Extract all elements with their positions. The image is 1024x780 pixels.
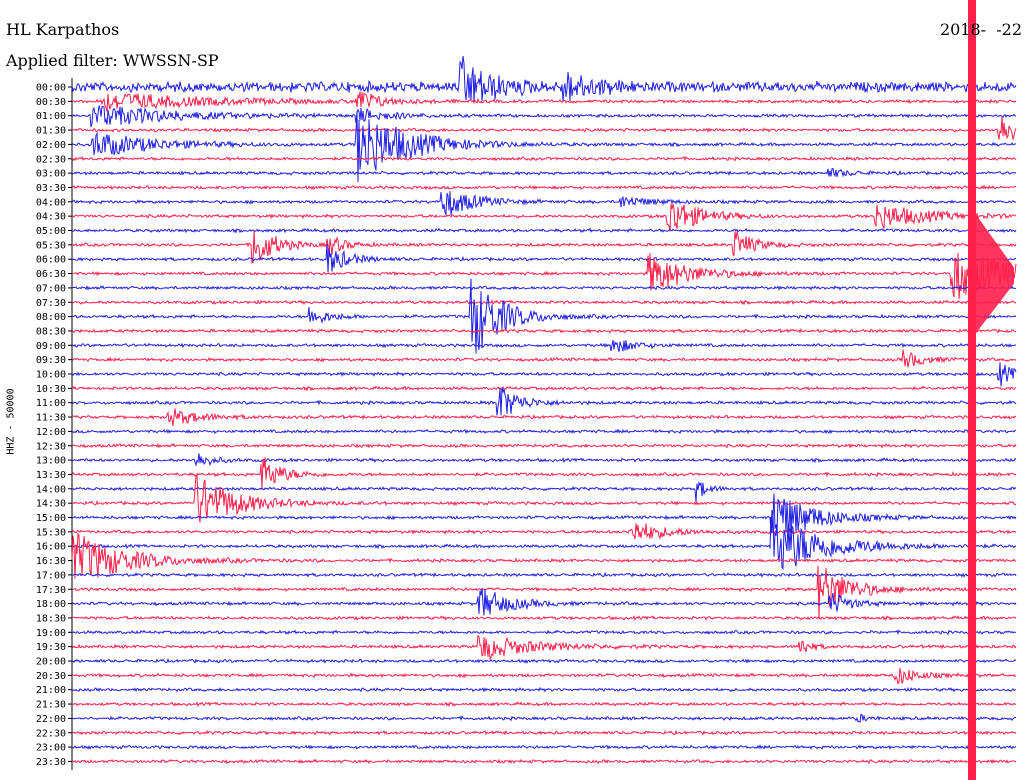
trace-line (71, 278, 1017, 354)
time-label: 15:30 (36, 527, 66, 538)
large-event-burst (968, 203, 1014, 344)
time-label: 21:30 (36, 700, 66, 711)
time-label: 09:30 (36, 355, 66, 366)
trace-line (71, 327, 1017, 334)
trace-line (71, 340, 1017, 352)
time-label: 00:30 (36, 97, 66, 108)
trace-line (71, 349, 1017, 368)
trace-line (71, 532, 1017, 579)
time-label: 16:30 (36, 556, 66, 567)
trace-line (71, 191, 1017, 216)
trace-line (72, 227, 1017, 234)
time-label: 07:00 (36, 283, 66, 294)
time-label: 19:00 (36, 628, 66, 639)
time-label: 08:00 (36, 312, 66, 323)
time-label: 00:00 (36, 83, 66, 94)
trace-line (71, 111, 1017, 183)
time-label: 02:30 (36, 154, 66, 165)
trace-line (71, 428, 1017, 435)
time-label: 01:30 (36, 126, 66, 137)
trace-line (71, 729, 1017, 736)
trace-line (71, 362, 1017, 387)
time-label: 19:30 (36, 642, 66, 653)
trace-line (71, 203, 1017, 232)
time-label: 04:00 (36, 197, 66, 208)
time-label: 07:30 (36, 298, 66, 309)
trace-line (71, 230, 1017, 264)
time-label: 22:30 (36, 728, 66, 739)
trace-line (71, 588, 1017, 616)
trace-line (71, 385, 1017, 392)
trace-line (71, 91, 1017, 112)
time-label: 21:00 (36, 685, 66, 696)
saturation-band (968, 0, 976, 780)
time-label: 22:00 (36, 714, 66, 725)
trace-line (71, 481, 1017, 502)
time-label: 08:30 (36, 326, 66, 337)
time-label: 20:00 (36, 657, 66, 668)
time-label: 01:00 (36, 111, 66, 122)
filter-label: Applied filter: WWSSN-SP (6, 51, 219, 70)
trace-line (71, 387, 1017, 416)
time-label: 12:00 (36, 427, 66, 438)
trace-line (71, 453, 1017, 467)
time-label: 18:00 (36, 599, 66, 610)
trace-line (71, 243, 1017, 273)
trace-line (71, 657, 1017, 664)
time-label: 18:30 (36, 613, 66, 624)
trace-line (71, 713, 1017, 723)
time-label: 23:30 (36, 757, 66, 768)
trace-line (71, 167, 1017, 178)
trace-line (71, 615, 1017, 622)
helicorder-plot: 00:00 00:30 01:00 01:30 02:00 02:30 03:00 03:30… (36, 0, 1017, 780)
time-label: 15:00 (36, 513, 66, 524)
trace-line (71, 105, 1017, 128)
time-label: 11:00 (36, 398, 66, 409)
trace-line (71, 184, 1017, 191)
trace-line (71, 701, 1017, 708)
station-title: HL Karpathos (6, 20, 120, 39)
time-label: 05:30 (36, 240, 66, 251)
time-label: 13:00 (36, 456, 66, 467)
date-label: 2018- -22 (939, 20, 1022, 39)
time-label: 06:30 (36, 269, 66, 280)
time-label: 12:30 (36, 441, 66, 452)
time-label: 03:00 (36, 169, 66, 180)
trace-line (71, 155, 1017, 162)
time-label: 20:30 (36, 671, 66, 682)
time-label: 10:30 (36, 384, 66, 395)
time-label: 05:00 (36, 226, 66, 237)
trace-line (71, 686, 1017, 693)
time-label: 23:00 (36, 743, 66, 754)
trace-line (71, 744, 1017, 750)
time-label: 17:00 (36, 570, 66, 581)
trace-line (71, 493, 1017, 533)
time-label: 11:30 (36, 413, 66, 424)
trace-line (71, 634, 1017, 661)
trace-line (71, 116, 1017, 140)
time-label: 03:30 (36, 183, 66, 194)
trace-line (71, 442, 1017, 449)
time-label: 06:00 (36, 255, 66, 266)
y-axis-label: HHZ - 50000 (5, 388, 17, 455)
time-label: 14:30 (36, 499, 66, 510)
trace-line (71, 299, 1017, 306)
time-label: 13:30 (36, 470, 66, 481)
trace-line (72, 571, 1017, 578)
trace-line (71, 285, 1017, 291)
time-label: 16:00 (36, 542, 66, 553)
trace-line (71, 408, 1017, 427)
time-label: 17:30 (36, 585, 66, 596)
trace-line (71, 629, 1017, 636)
trace-line (71, 523, 1017, 540)
time-label: 09:00 (36, 341, 66, 352)
trace-line (71, 667, 1017, 685)
time-label: 10:00 (36, 370, 66, 381)
time-label: 02:00 (36, 140, 66, 151)
time-label: 14:00 (36, 484, 66, 495)
time-label: 04:30 (36, 212, 66, 223)
trace-line (71, 758, 1016, 765)
